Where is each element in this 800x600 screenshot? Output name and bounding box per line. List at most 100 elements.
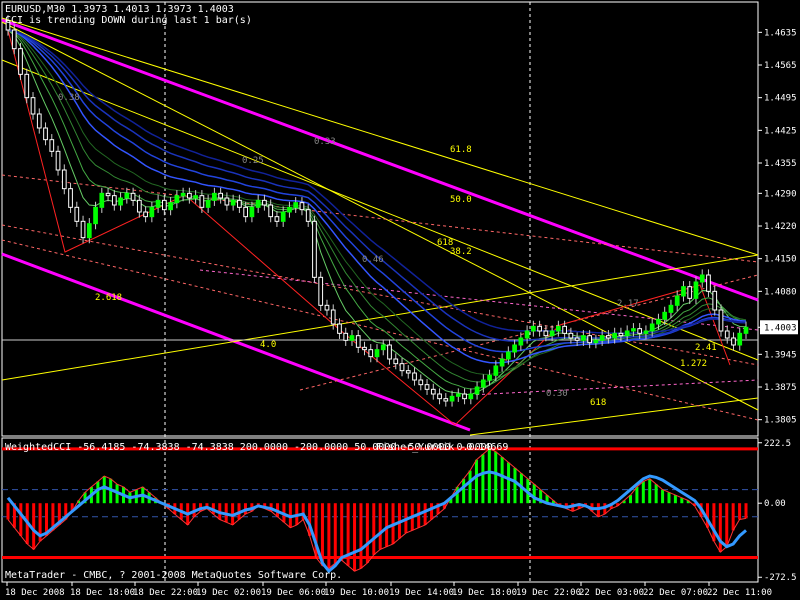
candle-bull [155, 199, 161, 208]
candle-bull [530, 325, 536, 332]
cci-histogram-bar [661, 489, 665, 504]
candle-bear [687, 286, 693, 299]
channel-lower-line [1, 252, 471, 432]
candle-bull [255, 199, 261, 208]
fib-level-label: 38.2 [450, 247, 472, 257]
cci-histogram-bar [102, 476, 106, 504]
cci-histogram-bar [532, 484, 536, 504]
candle-bear [224, 197, 230, 206]
fib-fan-line [1, 21, 759, 411]
price-tick-label: 1.3805 [764, 416, 797, 426]
candle-bear [136, 199, 142, 213]
candle-bear [387, 344, 392, 360]
fib-level-label: 2.618 [95, 293, 122, 303]
candle-bear [574, 337, 580, 341]
cci-histogram-bar [327, 503, 331, 569]
time-tick-label: 19 Dec 14:00 [389, 588, 454, 598]
price-tick-label: 1.4150 [764, 255, 797, 265]
candle-bull [512, 344, 517, 353]
candle-bear [412, 372, 417, 381]
candle-bear [337, 323, 342, 334]
candle-bull [193, 195, 198, 199]
indicator-tick-label: 0.00 [764, 499, 786, 509]
fib-fan-line [469, 397, 759, 436]
current-price-label: 1.4003 [764, 323, 797, 333]
fib-level-label: 1.272 [680, 359, 707, 369]
cci-histogram-bar [494, 451, 498, 504]
candle-bull [518, 337, 524, 346]
candle-bear [74, 206, 80, 222]
candle-bear [18, 48, 23, 75]
cci-histogram-bar [673, 495, 677, 504]
candle-bull [230, 199, 236, 206]
cci-histogram-bar [474, 459, 478, 504]
price-tick-label: 1.4495 [764, 94, 797, 104]
candle-bull [499, 358, 505, 367]
fib-level-label: 618 [590, 398, 606, 408]
cci-histogram-bar [725, 503, 729, 547]
candle-bear [305, 209, 311, 222]
indicator-tick-label: 222.5 [764, 439, 791, 449]
candle-bull [280, 211, 286, 222]
candle-bear [399, 363, 405, 372]
candle-bear [105, 192, 111, 197]
cci-histogram-bar [468, 470, 472, 504]
fib-fan-line [1, 59, 759, 361]
candle-bull [624, 330, 630, 337]
zigzag-line [7, 29, 731, 426]
candle-bear [418, 379, 424, 386]
candle-bull [581, 335, 586, 341]
price-tick-label: 1.4425 [764, 126, 797, 136]
candle-bear [568, 332, 574, 339]
price-tick-label: 1.3875 [764, 383, 797, 393]
time-tick-label: 18 Dec 18:00 [70, 588, 135, 598]
time-tick-label: 18 Dec 22:00 [133, 588, 198, 598]
fib-fan-line [1, 17, 759, 256]
candle-bull [205, 199, 211, 208]
candle-bull [86, 223, 92, 239]
candle-bear [718, 309, 724, 332]
trading-chart[interactable]: 1.4635 1.4565 1.4495 1.4425 1.4355 1.4290 1.42… [0, 0, 800, 600]
candle-bear [362, 346, 367, 351]
candle-bull [599, 335, 605, 341]
price-tick-label: 1.4290 [764, 189, 797, 199]
candle-bear [299, 202, 305, 211]
candle-bear [430, 388, 436, 395]
candle-bull [349, 335, 355, 341]
candle-bull [380, 344, 386, 351]
cci-line [7, 448, 747, 572]
candle-bear [424, 384, 430, 390]
price-tick-label: 1.4565 [764, 61, 797, 71]
fib-level-label: 0.30 [546, 389, 568, 399]
cci-histogram-bar [340, 503, 344, 561]
fib-level-label: 4.0 [260, 340, 276, 350]
candle-bull [612, 332, 618, 339]
fib-level-label: 2.17 [617, 299, 639, 309]
price-tick-label: 1.4355 [764, 159, 797, 169]
cci-histogram-bar [654, 484, 658, 504]
candle-bull [693, 281, 699, 299]
cci-histogram-bar [481, 454, 485, 504]
cci-histogram-bar [353, 503, 357, 572]
candle-bear [218, 192, 224, 199]
candle-bear [61, 169, 67, 190]
candle-bear [393, 358, 399, 365]
candle-bull [180, 192, 186, 197]
candle-bear [49, 139, 55, 152]
candle-bear [268, 204, 274, 218]
time-tick-label: 19 Dec 10:00 [324, 588, 389, 598]
cci-histogram-bar [423, 503, 427, 525]
price-tick-label: 1.4220 [764, 222, 797, 232]
candle-bear [462, 393, 467, 400]
candle-bear [262, 199, 267, 206]
candle-bull [287, 206, 292, 213]
fisher-indicator-header: Fisher_Yur4ik -0.14669 [376, 442, 509, 453]
candle-bull [524, 330, 530, 339]
candle-bear [318, 276, 324, 306]
candle-bear [562, 325, 567, 334]
cci-histogram-bar [462, 478, 466, 504]
fib-level-label: 2.41 [695, 343, 717, 353]
candle-bull [468, 393, 474, 400]
candle-bear [637, 328, 643, 334]
candle-bear [606, 335, 611, 339]
